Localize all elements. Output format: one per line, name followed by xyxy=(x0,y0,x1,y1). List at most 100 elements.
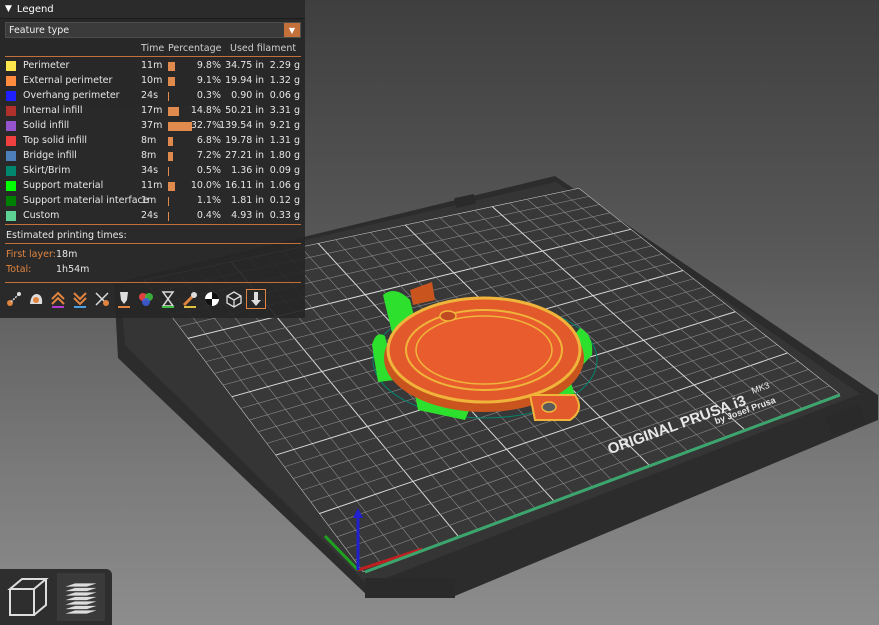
legend-row[interactable]: Solid infill 37m 32.7% 139.54 in 9.21 g xyxy=(0,119,305,134)
feature-percentage: 7.2% xyxy=(196,150,221,161)
percentage-bar xyxy=(168,182,175,191)
legend-row[interactable]: Perimeter 11m 9.8% 34.75 in 2.29 g xyxy=(0,59,305,74)
filament-length: 19.78 in xyxy=(225,135,264,146)
feature-time: 34s xyxy=(141,165,159,176)
first-layer-value: 18m xyxy=(56,249,78,260)
filament-weight: 0.06 g xyxy=(269,90,300,101)
color-swatch xyxy=(6,181,16,191)
layers-preview-icon[interactable] xyxy=(57,573,105,621)
col-used-filament: Used filament xyxy=(230,43,297,54)
feature-time: 24s xyxy=(141,210,159,221)
feature-name: Top solid infill xyxy=(23,135,88,146)
wipe-icon[interactable] xyxy=(26,289,46,309)
seams-icon[interactable] xyxy=(92,289,112,309)
travel-icon[interactable] xyxy=(4,289,24,309)
view-switcher xyxy=(0,569,112,625)
filament-length: 139.54 in xyxy=(219,120,264,131)
center-of-gravity-icon[interactable] xyxy=(202,289,222,309)
legend-row[interactable]: Custom 24s 0.4% 4.93 in 0.33 g xyxy=(0,209,305,224)
color-swatch xyxy=(6,136,16,146)
legend-title: Legend xyxy=(16,3,54,15)
color-swatch xyxy=(6,76,16,86)
legend-row[interactable]: Overhang perimeter 24s 0.3% 0.90 in 0.06 g xyxy=(0,89,305,104)
tool-changes-icon[interactable] xyxy=(114,289,134,309)
percentage-bar xyxy=(168,107,179,116)
feature-name: Perimeter xyxy=(23,60,70,71)
feature-name: Bridge infill xyxy=(23,150,77,161)
deretractions-icon[interactable] xyxy=(70,289,90,309)
legend-row[interactable]: Support material interface 1m 1.1% 1.81 in 0… xyxy=(0,194,305,209)
filament-weight: 1.80 g xyxy=(269,150,300,161)
feature-percentage: 9.1% xyxy=(196,75,221,86)
feature-time: 11m xyxy=(141,60,163,71)
color-swatch xyxy=(6,166,16,176)
feature-time: 8m xyxy=(141,150,157,161)
color-swatch xyxy=(6,196,16,206)
col-percentage: Percentage xyxy=(168,43,222,54)
feature-time: 1m xyxy=(141,195,157,206)
filament-weight: 9.21 g xyxy=(269,120,300,131)
divider xyxy=(5,243,301,244)
header-divider xyxy=(5,56,301,57)
feature-percentage: 0.3% xyxy=(196,90,221,101)
feature-percentage: 9.8% xyxy=(196,60,221,71)
legend-row[interactable]: Top solid infill 8m 6.8% 19.78 in 1.31 g xyxy=(0,134,305,149)
feature-percentage: 32.7% xyxy=(190,120,221,131)
feature-name: Overhang perimeter xyxy=(23,90,120,101)
collapse-triangle-icon[interactable]: ▼ xyxy=(5,4,12,14)
legend-panel: ▼ Legend Feature type ▼ Time Percentage … xyxy=(0,0,305,318)
filament-length: 1.36 in xyxy=(231,165,264,176)
feature-name: Solid infill xyxy=(23,120,70,131)
legend-titlebar[interactable]: ▼ Legend xyxy=(0,0,305,19)
percentage-bar xyxy=(168,212,169,221)
filament-length: 50.21 in xyxy=(225,105,264,116)
feature-time: 10m xyxy=(141,75,163,86)
legend-row[interactable]: Skirt/Brim 34s 0.5% 1.36 in 0.09 g xyxy=(0,164,305,179)
3d-view-icon[interactable] xyxy=(4,573,52,621)
feature-name: External perimeter xyxy=(23,75,113,86)
estimated-times-label: Estimated printing times: xyxy=(6,230,127,241)
color-swatch xyxy=(6,151,16,161)
legend-row[interactable]: External perimeter 10m 9.1% 19.94 in 1.32 g xyxy=(0,74,305,89)
custom-gcode-icon[interactable] xyxy=(180,289,200,309)
percentage-bar xyxy=(168,137,173,146)
col-time: Time xyxy=(141,43,165,54)
filament-weight: 3.31 g xyxy=(269,105,300,116)
retractions-icon[interactable] xyxy=(48,289,68,309)
filament-length: 27.21 in xyxy=(225,150,264,161)
filament-weight: 0.12 g xyxy=(269,195,300,206)
feature-percentage: 6.8% xyxy=(196,135,221,146)
feature-percentage: 0.5% xyxy=(196,165,221,176)
filament-length: 16.11 in xyxy=(225,180,264,191)
pause-icon[interactable] xyxy=(158,289,178,309)
legend-row[interactable]: Internal infill 17m 14.8% 50.21 in 3.31 g xyxy=(0,104,305,119)
total-value: 1h54m xyxy=(56,264,90,275)
legend-row[interactable]: Support material 11m 10.0% 16.11 in 1.06 g xyxy=(0,179,305,194)
filament-weight: 1.31 g xyxy=(269,135,300,146)
percentage-bar xyxy=(168,167,169,176)
legend-row[interactable]: Bridge infill 8m 7.2% 27.21 in 1.80 g xyxy=(0,149,305,164)
color-swatch xyxy=(6,91,16,101)
filament-length: 34.75 in xyxy=(225,60,264,71)
view-type-value: Feature type xyxy=(9,24,70,36)
filament-length: 1.81 in xyxy=(231,195,264,206)
feature-name: Support material interface xyxy=(23,195,149,206)
dropdown-arrow-icon[interactable]: ▼ xyxy=(284,23,300,37)
feature-time: 24s xyxy=(141,90,159,101)
filament-length: 0.90 in xyxy=(231,90,264,101)
total-label: Total: xyxy=(6,264,32,275)
percentage-bar xyxy=(168,77,175,86)
feature-name: Custom xyxy=(23,210,60,221)
color-swatch xyxy=(6,106,16,116)
feature-time: 11m xyxy=(141,180,163,191)
divider xyxy=(5,224,301,225)
feature-percentage: 14.8% xyxy=(190,105,221,116)
percentage-bar xyxy=(168,92,169,101)
filament-length: 4.93 in xyxy=(231,210,264,221)
filament-weight: 1.06 g xyxy=(269,180,300,191)
shells-icon[interactable] xyxy=(224,289,244,309)
color-changes-icon[interactable] xyxy=(136,289,156,309)
tool-marker-icon[interactable] xyxy=(246,289,266,309)
view-type-combo[interactable]: Feature type ▼ xyxy=(5,22,301,38)
feature-time: 37m xyxy=(141,120,163,131)
